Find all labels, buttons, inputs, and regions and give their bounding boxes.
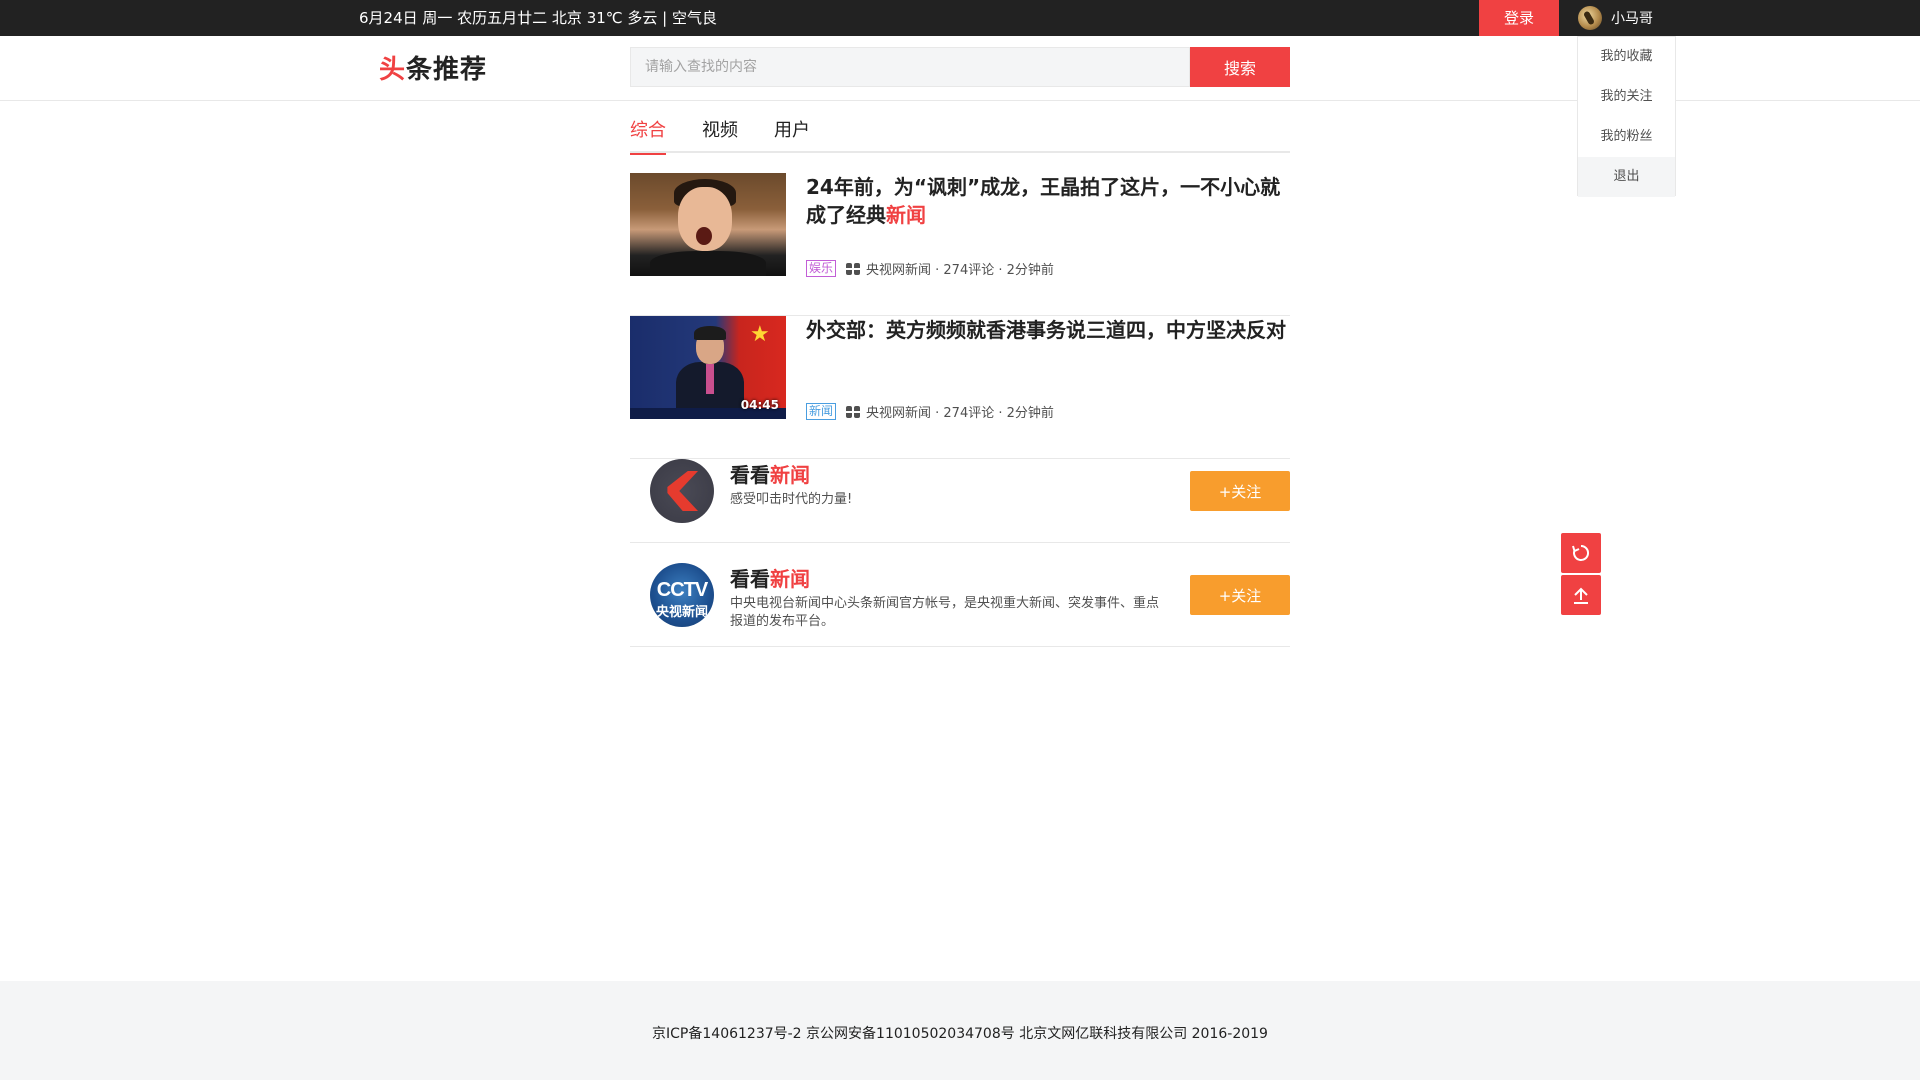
thumbnail-mouth bbox=[696, 227, 712, 245]
date-weather-info: 6月24日 周一 农历五月廿二 北京 31℃ 多云 | 空气良 bbox=[359, 9, 717, 27]
category-tag: 娱乐 bbox=[806, 260, 837, 277]
news-meta: 娱乐 央视网新闻 · 274评论 · 2分钟前 bbox=[806, 259, 1054, 278]
menu-item-logout[interactable]: 退出 bbox=[1578, 157, 1675, 197]
user-name[interactable]: 小马哥 bbox=[1611, 8, 1653, 28]
user-card-description: 中央电视台新闻中心头条新闻官方帐号，是央视重大新闻、突发事件、重点报道的发布平台… bbox=[730, 596, 1160, 629]
footer: 京ICP备14061237号-2 京公网安备11010502034708号 北京… bbox=[0, 981, 1920, 1080]
thumbnail-hair bbox=[694, 326, 726, 340]
news-title-highlight[interactable]: 新闻 bbox=[886, 203, 926, 227]
user-card-description: 感受叩击时代的力量! bbox=[730, 492, 853, 507]
source-icon bbox=[846, 262, 861, 275]
tab-users[interactable]: 用户 bbox=[774, 116, 810, 153]
news-item[interactable]: 24年前，为“讽刺”成龙，王晶拍了这片，一不小心就成了经典新闻 娱乐 央视网新闻… bbox=[630, 173, 1290, 316]
news-meta-text: 央视网新闻 · 274评论 · 2分钟前 bbox=[866, 263, 1054, 278]
user-card-name-text[interactable]: 看看 bbox=[730, 463, 770, 487]
logo-text: 条推荐 bbox=[406, 55, 488, 85]
menu-item-following[interactable]: 我的关注 bbox=[1578, 77, 1675, 117]
user-card: CCTV 央视新闻 看看新闻 中央电视台新闻中心头条新闻官方帐号，是央视重大新闻… bbox=[630, 543, 1290, 647]
tab-all[interactable]: 综合 bbox=[630, 116, 666, 155]
refresh-icon bbox=[1572, 544, 1590, 561]
follow-button[interactable]: +关注 bbox=[1190, 575, 1290, 615]
user-avatar[interactable] bbox=[1578, 6, 1602, 30]
user-card-name[interactable]: 看看新闻 bbox=[730, 563, 810, 592]
footer-copyright: 京ICP备14061237号-2 京公网安备11010502034708号 北京… bbox=[652, 1026, 1268, 1042]
user-dropdown-menu: 我的收藏 我的关注 我的粉丝 退出 bbox=[1577, 36, 1676, 197]
cctv-logo-subtext: 央视新闻 bbox=[655, 605, 708, 620]
user-card-name[interactable]: 看看新闻 bbox=[730, 459, 810, 488]
news-title-text[interactable]: 外交部：英方频频就香港事务说三道四，中方坚决反对 bbox=[806, 318, 1286, 342]
menu-item-favorites[interactable]: 我的收藏 bbox=[1578, 37, 1675, 77]
site-logo[interactable]: 头条推荐 bbox=[379, 49, 487, 86]
menu-item-fans[interactable]: 我的粉丝 bbox=[1578, 117, 1675, 157]
user-card-avatar[interactable]: CCTV 央视新闻 bbox=[650, 563, 714, 627]
cctv-logo-text: CCTV bbox=[656, 579, 708, 601]
news-title-text[interactable]: 24年前，为“讽刺”成龙，王晶拍了这片，一不小心就成了经典 bbox=[806, 175, 1280, 227]
tab-video[interactable]: 视频 bbox=[702, 116, 738, 153]
user-card-name-highlight[interactable]: 新闻 bbox=[770, 567, 810, 591]
category-tabs: 综合 视频 用户 bbox=[630, 116, 1290, 155]
user-card: 看看新闻 感受叩击时代的力量! +关注 bbox=[630, 439, 1290, 543]
video-duration: 04:45 bbox=[740, 398, 779, 412]
category-tag: 新闻 bbox=[806, 403, 837, 420]
user-menu-trigger[interactable]: 小马哥 bbox=[1578, 0, 1653, 36]
search-input[interactable] bbox=[630, 47, 1190, 87]
thumbnail-tie bbox=[706, 364, 714, 394]
user-card-avatar[interactable] bbox=[650, 459, 714, 523]
news-title[interactable]: 外交部：英方频频就香港事务说三道四，中方坚决反对 bbox=[806, 316, 1290, 344]
flag-star-icon: ★ bbox=[750, 322, 770, 347]
news-meta: 新闻 央视网新闻 · 274评论 · 2分钟前 bbox=[806, 402, 1054, 421]
logo-swoosh-icon bbox=[667, 471, 698, 511]
back-to-top-icon bbox=[1574, 587, 1588, 604]
source-icon bbox=[846, 405, 861, 418]
logo-accent-text: 头 bbox=[379, 55, 407, 85]
news-thumbnail-video[interactable]: ★ 04:45 bbox=[630, 316, 786, 419]
back-to-top-button[interactable] bbox=[1561, 575, 1601, 615]
user-card-name-highlight[interactable]: 新闻 bbox=[770, 463, 810, 487]
follow-button[interactable]: +关注 bbox=[1190, 471, 1290, 511]
news-title[interactable]: 24年前，为“讽刺”成龙，王晶拍了这片，一不小心就成了经典新闻 bbox=[806, 173, 1290, 229]
search-button[interactable]: 搜索 bbox=[1190, 47, 1290, 87]
news-thumbnail[interactable] bbox=[630, 173, 786, 276]
user-card-name-text[interactable]: 看看 bbox=[730, 567, 770, 591]
top-bar: 6月24日 周一 农历五月廿二 北京 31℃ 多云 | 空气良 登录 小马哥 bbox=[0, 0, 1920, 36]
login-button[interactable]: 登录 bbox=[1479, 0, 1559, 36]
news-meta-text: 央视网新闻 · 274评论 · 2分钟前 bbox=[866, 406, 1054, 421]
thumbnail-suit bbox=[650, 251, 766, 276]
news-item[interactable]: ★ 04:45 外交部：英方频频就香港事务说三道四，中方坚决反对 新闻 央视网新… bbox=[630, 316, 1290, 459]
refresh-button[interactable] bbox=[1561, 533, 1601, 573]
